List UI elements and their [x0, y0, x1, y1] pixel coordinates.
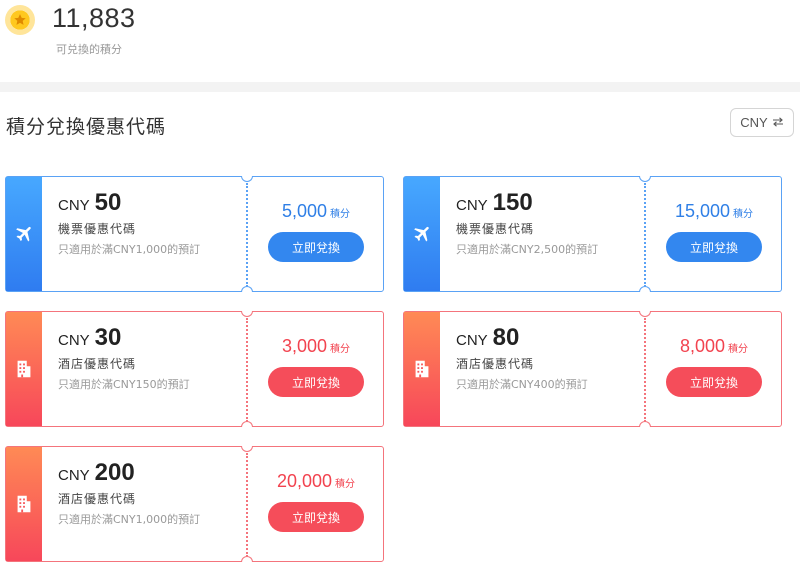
coupon-points-cost: 5,000 [281, 201, 328, 221]
coupon-amount: 200 [94, 459, 135, 486]
coupon-condition: 只適用於滿CNY1,000的預訂 [58, 243, 201, 256]
coupon-card: CNY 200 酒店優惠代碼 只適用於滿CNY1,000的預訂 20,000 積分 … [5, 446, 384, 562]
airplane-icon [404, 177, 440, 291]
perforation-line [644, 318, 646, 422]
points-unit: 積分 [330, 344, 351, 355]
points-unit: 積分 [330, 209, 351, 220]
points-balance: 11,883 [52, 3, 136, 33]
coupon-currency: CNY [456, 197, 488, 214]
coupon-currency: CNY [58, 467, 90, 484]
coupon-condition: 只適用於滿CNY400的預訂 [456, 378, 588, 391]
points-unit: 積分 [335, 479, 356, 490]
coupon-points-cost: 3,000 [281, 336, 328, 356]
perforation-line [246, 318, 248, 422]
coupon-card: CNY 30 酒店優惠代碼 只適用於滿CNY150的預訂 3,000 積分 立即兌換 [5, 311, 384, 427]
points-balance-label: 可兑換的積分 [56, 43, 122, 56]
redeem-button[interactable]: 立即兌換 [666, 232, 762, 262]
coupon-amount: 30 [94, 324, 122, 351]
coupon-currency: CNY [456, 332, 488, 349]
coupon-title: 機票優惠代碼 [58, 222, 137, 236]
coupon-card: CNY 80 酒店優惠代碼 只適用於滿CNY400的預訂 8,000 積分 立即兌換 [403, 311, 782, 427]
points-header: 11,883 可兑換的積分 [0, 0, 800, 82]
coupon-currency: CNY [58, 197, 90, 214]
coupon-title: 酒店優惠代碼 [58, 357, 137, 371]
section-title: 積分兌換優惠代碼 [6, 116, 167, 138]
coupon-card: CNY 150 機票優惠代碼 只適用於滿CNY2,500的預訂 15,000 積分 … [403, 176, 782, 292]
hotel-building-icon [6, 312, 42, 426]
points-unit: 積分 [733, 209, 754, 220]
perforation-line [644, 183, 646, 287]
coupon-amount: 150 [492, 189, 533, 216]
redeem-button[interactable]: 立即兌換 [666, 367, 762, 397]
coupon-condition: 只適用於滿CNY2,500的預訂 [456, 243, 599, 256]
perforation-line [246, 453, 248, 557]
coupon-currency: CNY [58, 332, 90, 349]
redeem-button[interactable]: 立即兌換 [268, 502, 364, 532]
coupon-points-cost: 15,000 [674, 201, 731, 221]
coupon-points-cost: 20,000 [276, 471, 333, 491]
coupon-points-cost: 8,000 [679, 336, 726, 356]
redeem-button[interactable]: 立即兌換 [268, 232, 364, 262]
star-coin-icon [5, 5, 35, 35]
currency-label: CNY [740, 115, 768, 130]
coupon-title: 機票優惠代碼 [456, 222, 535, 236]
section-divider [0, 82, 800, 92]
coupon-title: 酒店優惠代碼 [456, 357, 535, 371]
coupon-amount: 50 [94, 189, 122, 216]
airplane-icon [6, 177, 42, 291]
coupon-title: 酒店優惠代碼 [58, 492, 137, 506]
coupon-condition: 只適用於滿CNY150的預訂 [58, 378, 190, 391]
currency-switch-button[interactable]: CNY [730, 108, 794, 137]
redeem-button[interactable]: 立即兌換 [268, 367, 364, 397]
hotel-building-icon [404, 312, 440, 426]
hotel-building-icon [6, 447, 42, 561]
points-unit: 積分 [728, 344, 749, 355]
coupon-card: CNY 50 機票優惠代碼 只適用於滿CNY1,000的預訂 5,000 積分 立即… [5, 176, 384, 292]
swap-arrows-icon [772, 115, 784, 130]
perforation-line [246, 183, 248, 287]
coupon-amount: 80 [492, 324, 520, 351]
coupon-condition: 只適用於滿CNY1,000的預訂 [58, 513, 201, 526]
